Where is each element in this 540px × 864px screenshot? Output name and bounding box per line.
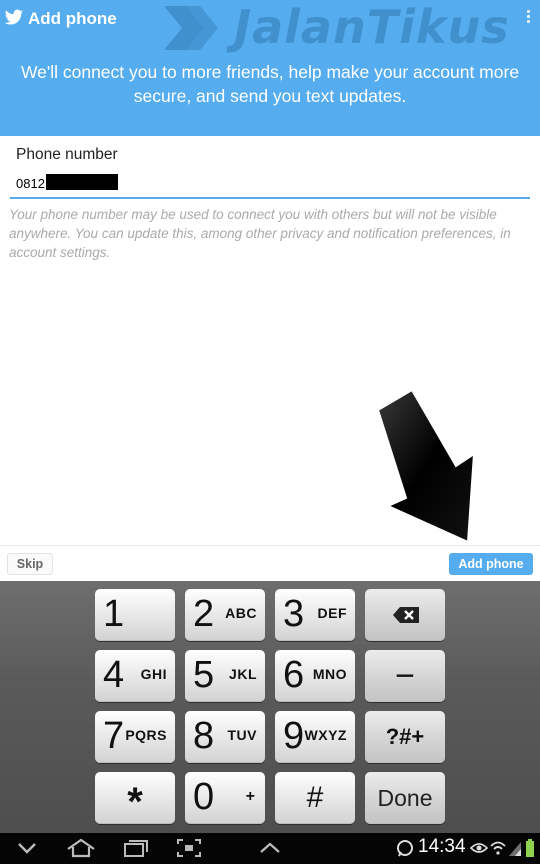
- key-7[interactable]: 7 PQRS: [95, 711, 175, 763]
- key-1-digit: 1: [103, 593, 125, 635]
- hash-key[interactable]: #: [275, 772, 355, 824]
- signal-icon: [509, 842, 521, 856]
- home-icon[interactable]: [66, 838, 96, 858]
- minus-key[interactable]: −: [365, 650, 445, 702]
- key-3[interactable]: 3 DEF: [275, 589, 355, 641]
- key-1[interactable]: 1: [95, 589, 175, 641]
- action-bar: Skip Add phone: [0, 545, 540, 581]
- key-7-digit: 7: [103, 715, 125, 757]
- key-2-digit: 2: [193, 593, 215, 635]
- key-4-digit: 4: [103, 654, 125, 696]
- key-8-letters: TUV: [227, 727, 257, 743]
- key-9[interactable]: 9 WXYZ: [275, 711, 355, 763]
- overflow-menu-icon[interactable]: [527, 10, 531, 26]
- status-clock: 14:34: [418, 836, 466, 857]
- key-5[interactable]: 5 JKL: [185, 650, 265, 702]
- watermark-text: JalanTikus: [234, 0, 510, 54]
- hash-label: #: [306, 781, 324, 814]
- redaction-bar: [46, 174, 118, 190]
- key-4[interactable]: 4 GHI: [95, 650, 175, 702]
- backspace-icon: [393, 607, 419, 623]
- recent-apps-icon[interactable]: [122, 838, 150, 858]
- key-6-digit: 6: [283, 654, 305, 696]
- key-6[interactable]: 6 MNO: [275, 650, 355, 702]
- up-chevron-icon[interactable]: [258, 838, 282, 858]
- page-title: Add phone: [28, 9, 117, 28]
- key-9-letters: WXYZ: [304, 727, 347, 743]
- whatsapp-icon: [397, 840, 413, 857]
- key-7-letters: PQRS: [125, 727, 167, 743]
- star-key[interactable]: *: [95, 772, 175, 824]
- key-0-plus: +: [245, 788, 255, 805]
- phone-helper-text: Your phone number may be used to connect…: [9, 207, 511, 260]
- battery-icon: [526, 839, 534, 857]
- eye-icon: [470, 843, 488, 853]
- phone-number-value: 0812: [16, 176, 45, 191]
- done-key[interactable]: Done: [365, 772, 445, 824]
- key-2[interactable]: 2 ABC: [185, 589, 265, 641]
- pointer-arrow-icon: [376, 388, 476, 544]
- key-8-digit: 8: [193, 715, 215, 757]
- key-8[interactable]: 8 TUV: [185, 711, 265, 763]
- add-phone-button[interactable]: Add phone: [449, 553, 533, 575]
- key-2-letters: ABC: [225, 605, 257, 621]
- backspace-key[interactable]: [365, 589, 445, 641]
- star-label: *: [127, 780, 143, 824]
- screenshot-icon[interactable]: [176, 838, 202, 858]
- header-bar: Add phone JalanTikus We'll connect you t…: [0, 0, 540, 136]
- phone-number-label: Phone number: [16, 146, 118, 163]
- header-subtitle: We'll connect you to more friends, help …: [20, 62, 520, 106]
- key-3-digit: 3: [283, 593, 305, 635]
- system-navigation-bar: 14:34: [0, 833, 540, 864]
- skip-button[interactable]: Skip: [7, 553, 53, 575]
- key-5-digit: 5: [193, 654, 215, 696]
- done-label: Done: [377, 785, 433, 811]
- watermark-logo: JalanTikus: [160, 0, 540, 56]
- symbols-key[interactable]: ?#+: [365, 711, 445, 763]
- wifi-icon: [490, 841, 506, 855]
- collapse-chevron-icon[interactable]: [16, 838, 38, 858]
- key-0-digit: 0: [193, 776, 215, 818]
- key-6-letters: MNO: [312, 666, 347, 682]
- numeric-keypad: 1 2 ABC 3 DEF 4 GHI 5 JKL 6 MNO − 7 PQRS…: [0, 581, 540, 833]
- key-4-letters: GHI: [140, 666, 167, 682]
- key-5-letters: JKL: [229, 666, 257, 682]
- key-0[interactable]: 0 +: [185, 772, 265, 824]
- symbols-label: ?#+: [385, 724, 425, 749]
- phone-number-input[interactable]: 0812: [10, 171, 530, 199]
- key-3-letters: DEF: [317, 605, 347, 621]
- key-9-digit: 9: [283, 715, 305, 757]
- watermark-chevron-icon: [164, 6, 218, 50]
- twitter-bird-icon: [4, 9, 24, 25]
- minus-label: −: [395, 657, 415, 695]
